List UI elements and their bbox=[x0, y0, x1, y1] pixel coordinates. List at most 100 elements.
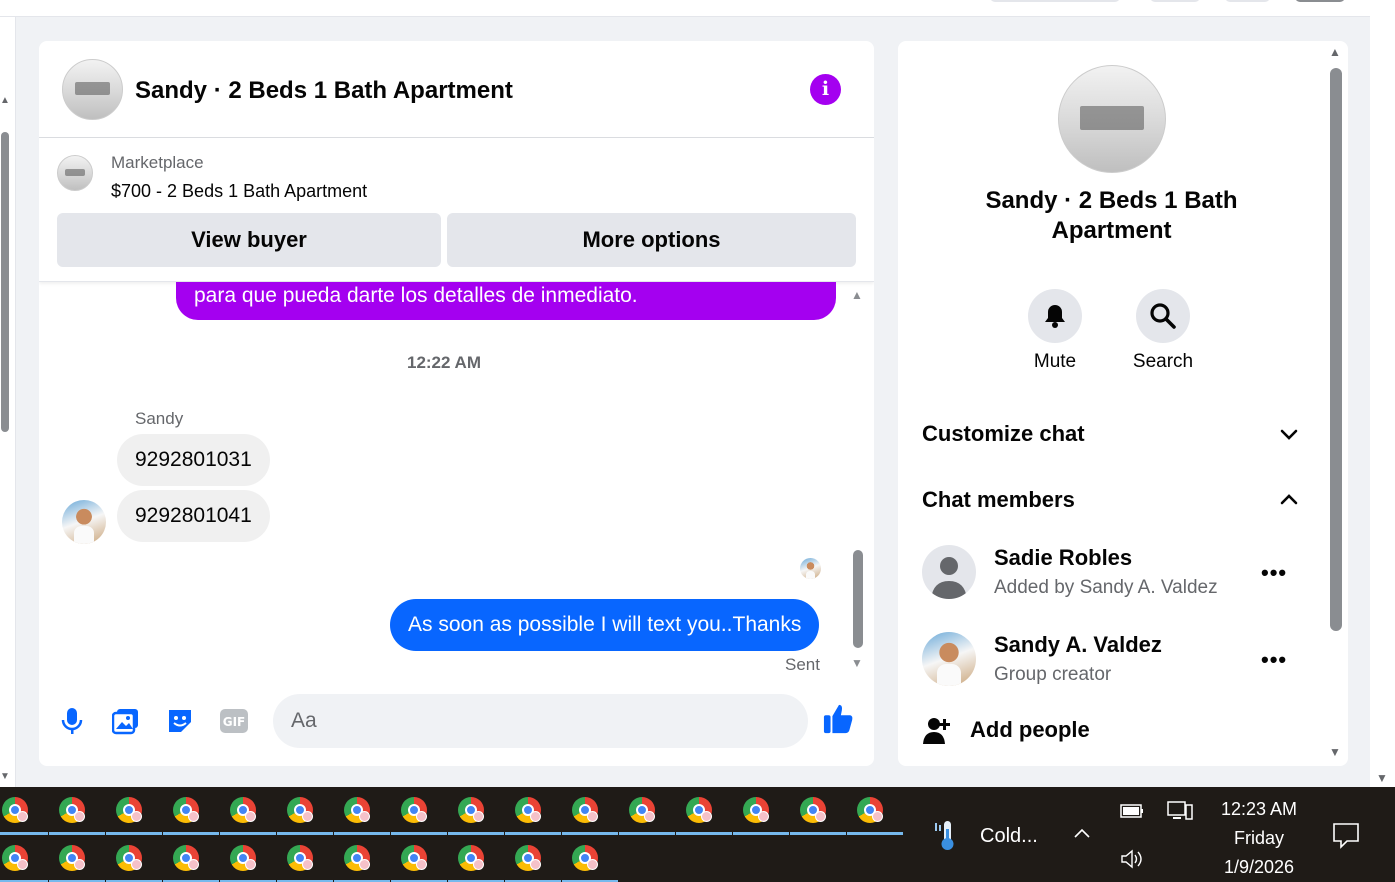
taskbar-chrome-window[interactable] bbox=[220, 789, 277, 835]
top-bar-search-pill[interactable] bbox=[990, 0, 1120, 2]
scroll-up-arrow-icon[interactable]: ▲ bbox=[0, 95, 10, 106]
clock-date: 1/9/2026 bbox=[1223, 857, 1295, 877]
taskbar-chrome-window[interactable] bbox=[448, 789, 505, 835]
taskbar-chrome-window[interactable] bbox=[334, 837, 391, 882]
photo-icon[interactable] bbox=[110, 705, 142, 737]
taskbar-chrome-window[interactable] bbox=[277, 789, 334, 835]
left-scrollbar[interactable]: ▲ ▼ bbox=[0, 17, 16, 787]
chat-members-header[interactable]: Chat members bbox=[922, 487, 1075, 513]
more-options-button[interactable]: More options bbox=[447, 213, 856, 267]
taskbar-chrome-window[interactable] bbox=[334, 789, 391, 835]
add-people-button[interactable]: Add people bbox=[970, 717, 1090, 743]
taskbar-chrome-window[interactable] bbox=[163, 789, 220, 835]
message-scrollbar[interactable]: ▲ ▼ bbox=[849, 282, 874, 677]
browser-top-bar bbox=[0, 0, 1370, 17]
taskbar-chrome-window[interactable] bbox=[277, 837, 334, 882]
running-indicator bbox=[619, 832, 675, 835]
weather-icon[interactable] bbox=[931, 819, 963, 851]
taskbar-chrome-window[interactable] bbox=[505, 837, 562, 882]
scroll-down-arrow-icon[interactable]: ▼ bbox=[1376, 771, 1388, 785]
chat-header: Sandy · 2 Beds 1 Bath Apartment i bbox=[39, 41, 874, 138]
incoming-message-bubble[interactable]: 9292801041 bbox=[117, 490, 270, 542]
profile-badge-icon bbox=[302, 859, 313, 870]
info-icon[interactable]: i bbox=[810, 74, 841, 105]
member-subtitle: Added by Sandy A. Valdez bbox=[994, 577, 1218, 598]
info-scrollbar[interactable]: ▲ ▼ bbox=[1326, 41, 1348, 766]
taskbar-chrome-window[interactable] bbox=[562, 789, 619, 835]
taskbar-chrome-window[interactable] bbox=[0, 837, 49, 882]
scrollbar-thumb[interactable] bbox=[853, 550, 863, 648]
sender-avatar[interactable] bbox=[62, 500, 106, 544]
taskbar-chrome-window[interactable] bbox=[0, 789, 49, 835]
mute-button[interactable] bbox=[1028, 289, 1082, 343]
mic-icon[interactable] bbox=[56, 705, 88, 737]
profile-badge-icon bbox=[473, 859, 484, 870]
group-avatar-large[interactable] bbox=[1058, 65, 1166, 173]
volume-icon[interactable] bbox=[1120, 849, 1144, 869]
profile-badge-icon bbox=[473, 811, 484, 822]
taskbar-chrome-window[interactable] bbox=[391, 789, 448, 835]
notification-icon[interactable] bbox=[1332, 821, 1360, 849]
taskbar-clock[interactable]: 12:23 AM Friday 1/9/2026 bbox=[1200, 795, 1318, 882]
running-indicator bbox=[220, 832, 276, 835]
search-button[interactable] bbox=[1136, 289, 1190, 343]
gif-icon[interactable]: GIF bbox=[218, 705, 250, 737]
taskbar-chrome-window[interactable] bbox=[676, 789, 733, 835]
taskbar-chrome-window[interactable] bbox=[505, 789, 562, 835]
outgoing-message-bubble[interactable]: para que pueda darte los detalles de inm… bbox=[176, 282, 836, 320]
profile-badge-icon bbox=[74, 859, 85, 870]
taskbar-chrome-window[interactable] bbox=[619, 789, 676, 835]
chevron-up-icon[interactable] bbox=[1073, 827, 1091, 839]
more-dots-icon[interactable]: ••• bbox=[1261, 562, 1287, 584]
taskbar-chrome-window[interactable] bbox=[49, 837, 106, 882]
top-bar-button[interactable] bbox=[1225, 0, 1270, 2]
outgoing-message-bubble[interactable]: As soon as possible I will text you..Tha… bbox=[390, 599, 820, 651]
profile-badge-icon bbox=[587, 859, 598, 870]
running-indicator bbox=[106, 832, 162, 835]
top-bar-avatar[interactable] bbox=[1295, 0, 1345, 2]
scroll-down-arrow-icon[interactable]: ▼ bbox=[1329, 745, 1341, 759]
more-dots-icon[interactable]: ••• bbox=[1261, 649, 1287, 671]
scrollbar-thumb[interactable] bbox=[1330, 68, 1342, 631]
taskbar-chrome-window[interactable] bbox=[391, 837, 448, 882]
thumbs-up-icon[interactable] bbox=[823, 703, 855, 735]
taskbar-chrome-window[interactable] bbox=[790, 789, 847, 835]
taskbar-chrome-window[interactable] bbox=[106, 789, 163, 835]
taskbar-chrome-window[interactable] bbox=[847, 789, 904, 835]
taskbar-chrome-window[interactable] bbox=[562, 837, 619, 882]
sticker-icon[interactable] bbox=[164, 705, 196, 737]
taskbar-chrome-window[interactable] bbox=[733, 789, 790, 835]
add-person-icon[interactable] bbox=[922, 715, 952, 745]
view-buyer-button[interactable]: View buyer bbox=[57, 213, 441, 267]
scroll-down-arrow-icon[interactable]: ▼ bbox=[0, 771, 10, 782]
chevron-down-icon[interactable] bbox=[1279, 425, 1299, 445]
customize-chat-header[interactable]: Customize chat bbox=[922, 421, 1085, 447]
scroll-up-arrow-icon[interactable]: ▲ bbox=[851, 288, 863, 302]
taskbar-chrome-window[interactable] bbox=[106, 837, 163, 882]
taskbar-chrome-window[interactable] bbox=[220, 837, 277, 882]
listing-thumbnail[interactable] bbox=[57, 155, 93, 191]
message-input[interactable]: Aa bbox=[273, 694, 808, 748]
page-scrollbar[interactable]: ▼ bbox=[1370, 0, 1395, 787]
taskbar-chrome-window[interactable] bbox=[163, 837, 220, 882]
taskbar-chrome-window[interactable] bbox=[49, 789, 106, 835]
scroll-down-arrow-icon[interactable]: ▼ bbox=[851, 656, 863, 670]
default-avatar-icon bbox=[922, 545, 976, 599]
running-indicator bbox=[391, 832, 447, 835]
bell-icon bbox=[1045, 305, 1065, 328]
profile-badge-icon bbox=[416, 859, 427, 870]
incoming-message-bubble[interactable]: 9292801031 bbox=[117, 434, 270, 486]
scroll-up-arrow-icon[interactable]: ▲ bbox=[1329, 45, 1341, 59]
taskbar-chrome-window[interactable] bbox=[448, 837, 505, 882]
group-avatar[interactable] bbox=[62, 59, 123, 120]
listing-title[interactable]: $700 - 2 Beds 1 Bath Apartment bbox=[111, 181, 367, 202]
chat-title[interactable]: Sandy · 2 Beds 1 Bath Apartment bbox=[135, 77, 513, 105]
battery-icon[interactable] bbox=[1120, 803, 1144, 819]
network-icon[interactable] bbox=[1167, 799, 1193, 823]
top-bar-button[interactable] bbox=[1150, 0, 1200, 2]
weather-text[interactable]: Cold... bbox=[980, 825, 1038, 848]
profile-badge-icon bbox=[701, 811, 712, 822]
scrollbar-thumb[interactable] bbox=[1, 132, 9, 432]
member-subtitle: Group creator bbox=[994, 664, 1112, 685]
chevron-up-icon[interactable] bbox=[1279, 489, 1299, 509]
